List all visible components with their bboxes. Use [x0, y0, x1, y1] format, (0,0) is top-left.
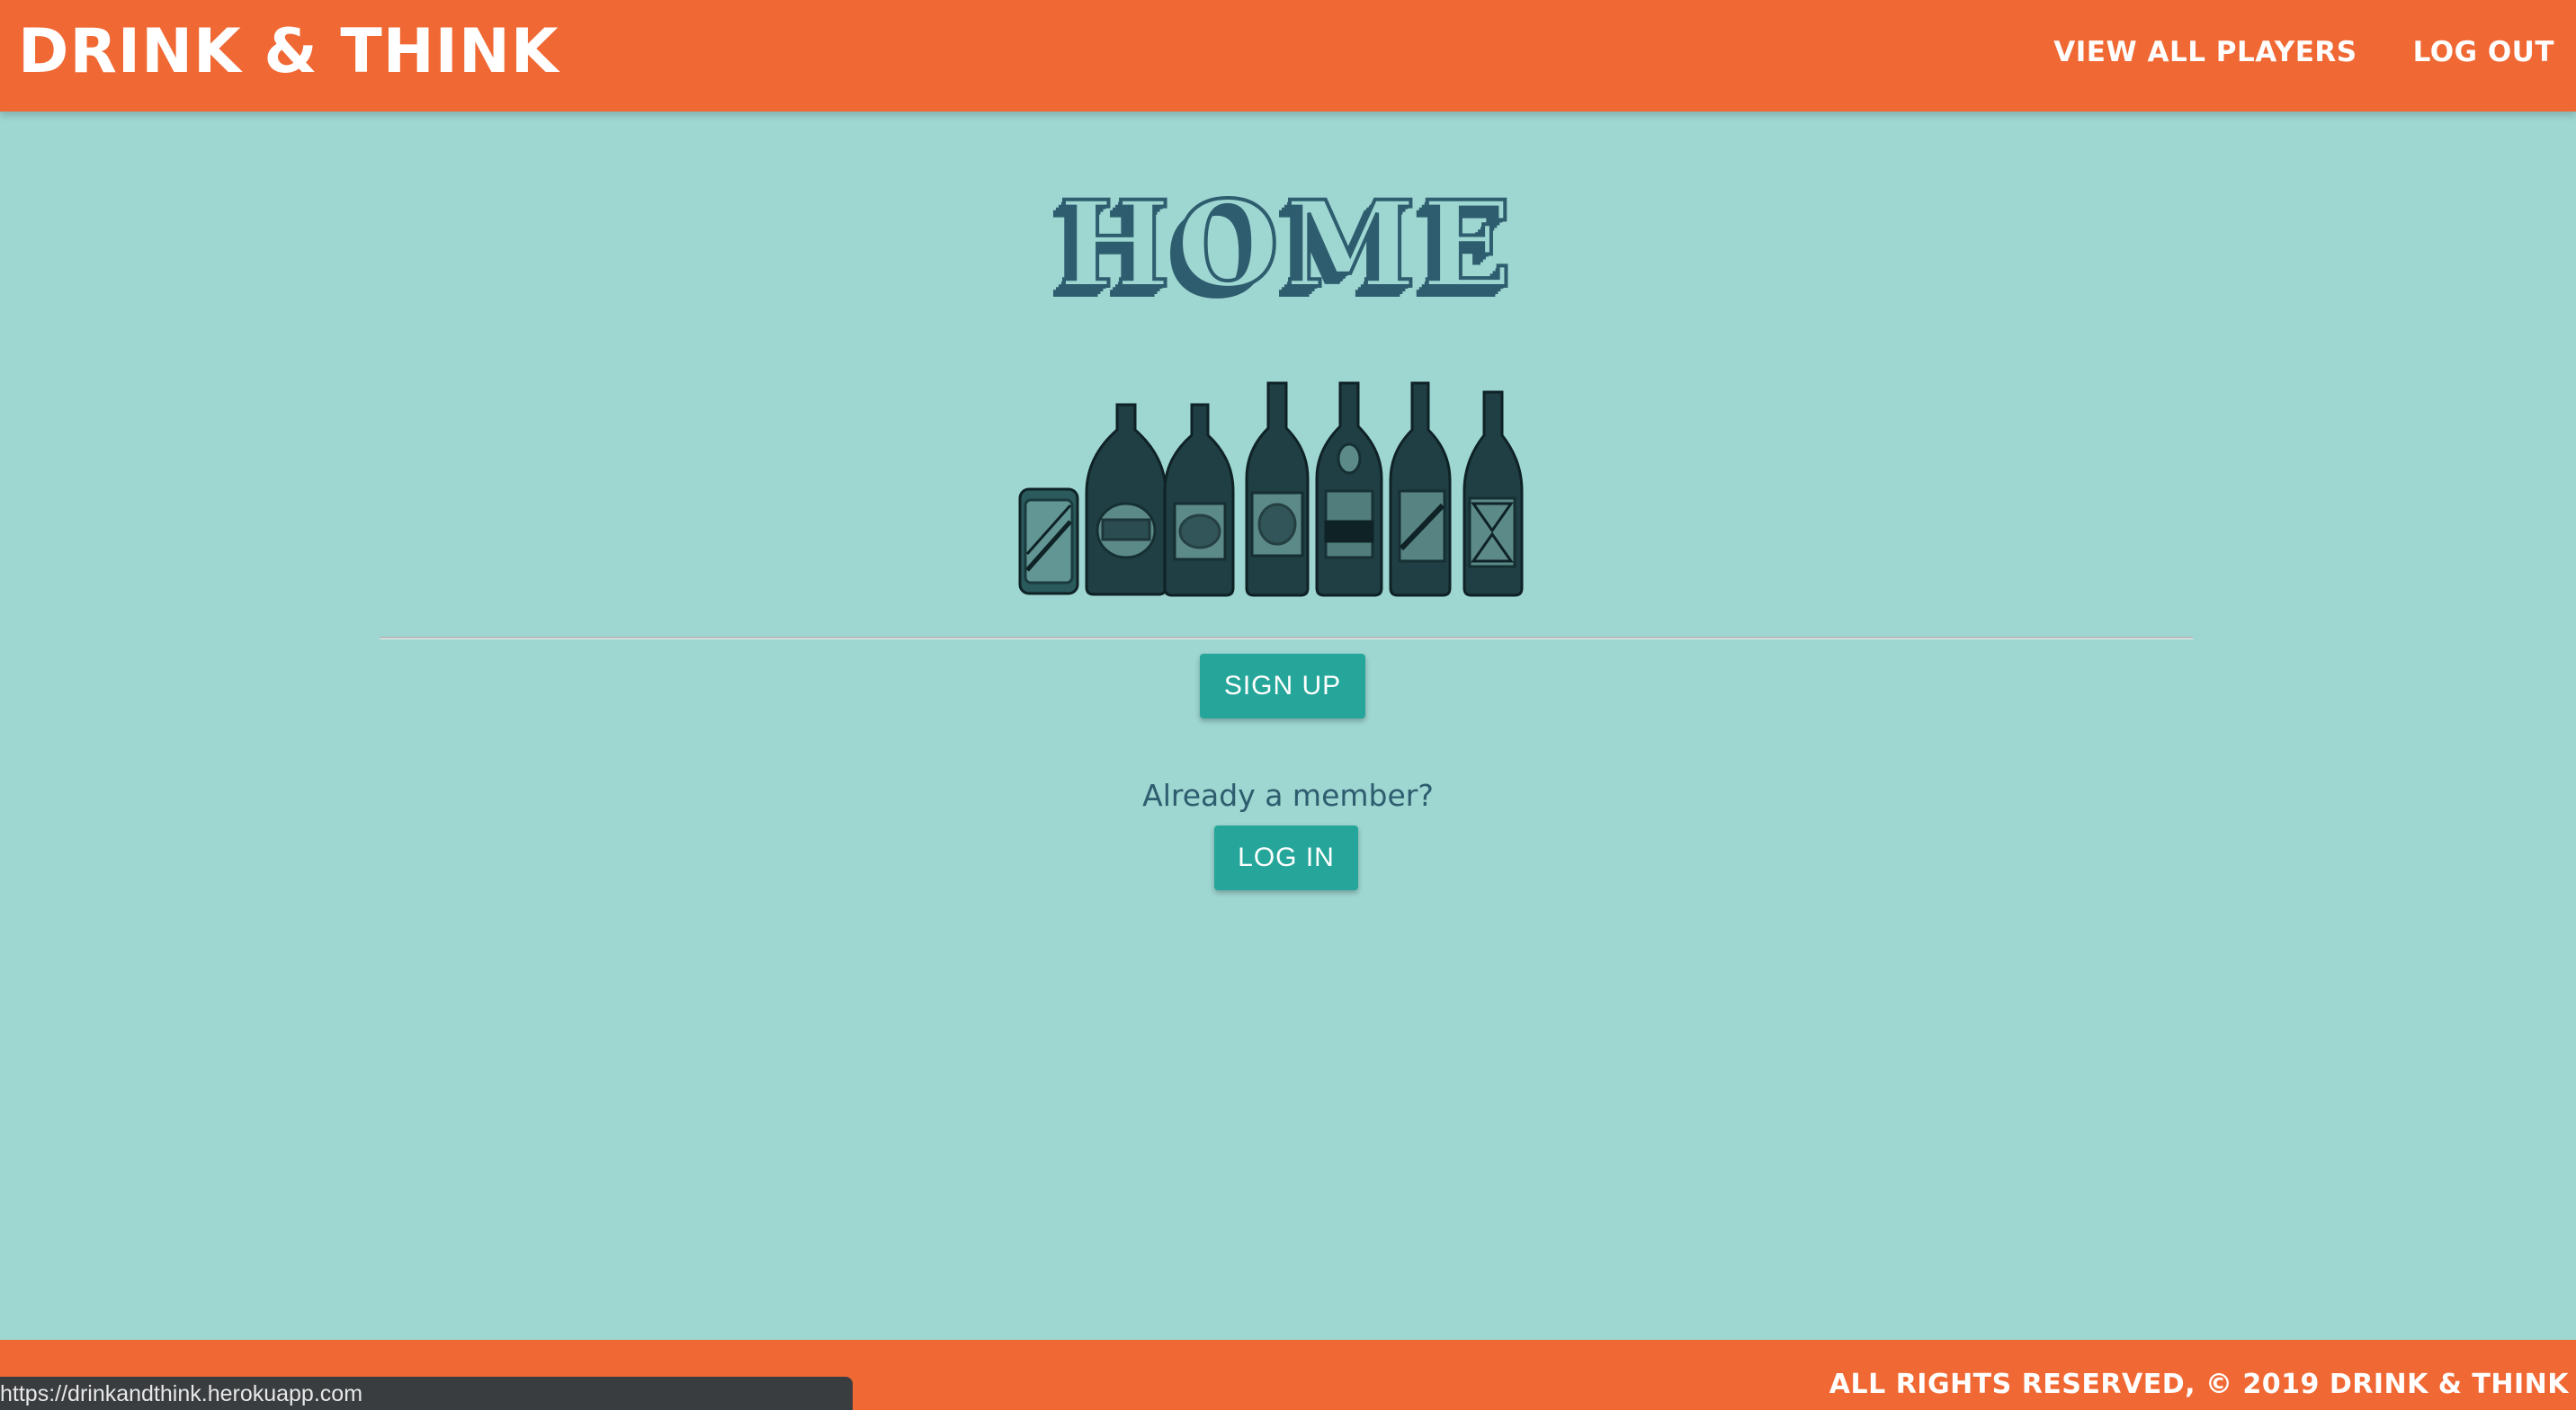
brand-logo-link[interactable]: DRINK & THINK [18, 16, 559, 88]
beer-bottle-icon-4 [1315, 381, 1383, 597]
view-all-players-link[interactable]: VIEW ALL PLAYERS [2053, 31, 2357, 74]
section-divider [380, 637, 2193, 639]
nav-links: VIEW ALL PLAYERS LOG OUT [2053, 31, 2554, 74]
sign-up-button[interactable]: SIGN UP [1200, 654, 1365, 718]
member-prompt-text: Already a member? [1142, 778, 1434, 813]
beer-bottle-icon-3 [1245, 381, 1310, 597]
log-in-button[interactable]: LOG IN [1214, 825, 1358, 890]
footer-copyright: ALL RIGHTS RESERVED, © 2019 DRINK & THIN… [1829, 1369, 2569, 1400]
beer-bottle-icon-1 [1085, 403, 1167, 596]
top-navbar: DRINK & THINK VIEW ALL PLAYERS LOG OUT [0, 0, 2576, 112]
page-heading-container: HOME [0, 175, 2576, 315]
status-bar-url: https://drinkandthink.herokuapp.com [0, 1377, 853, 1410]
page-title: HOME [1057, 175, 1518, 315]
beer-bottle-icon-5 [1389, 381, 1452, 597]
beer-bottles-icon [1018, 381, 1524, 597]
beer-bottle-icon-2 [1163, 403, 1235, 597]
log-out-link[interactable]: LOG OUT [2413, 31, 2554, 74]
